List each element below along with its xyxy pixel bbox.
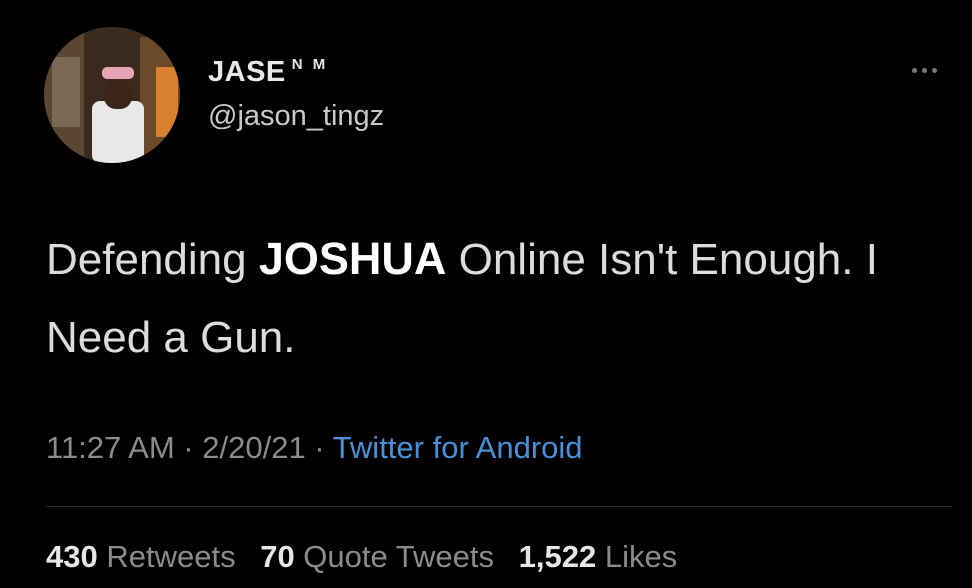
display-name-text: JASE [208, 56, 286, 88]
meta-separator-1: · [174, 430, 203, 465]
user-photo-avatar-icon [44, 27, 180, 163]
tweet-text-before: Defending [46, 235, 259, 284]
tweet-date[interactable]: 2/20/21 [202, 430, 305, 465]
likes-count: 1,522 [518, 539, 597, 574]
quote-tweets-label: Quote Tweets [294, 539, 495, 574]
divider [46, 506, 952, 507]
retweets-label: Retweets [97, 539, 236, 574]
more-options-icon[interactable] [912, 60, 952, 80]
tweet-stats: 430 Retweets 70 Quote Tweets 1,522 Likes [46, 539, 693, 575]
tweet-time[interactable]: 11:27 AM [46, 430, 175, 465]
quote-tweets-count: 70 [260, 539, 295, 574]
tweet-text: Defending JOSHUA Online Isn't Enough. I … [46, 220, 926, 377]
display-name[interactable]: JASE N M [208, 56, 328, 89]
user-handle[interactable]: @jason_tingz [208, 100, 384, 133]
meta-separator-2: · [305, 430, 333, 465]
tweet-highlight: JOSHUA [258, 233, 447, 284]
quote-tweets-stat[interactable]: 70 Quote Tweets [260, 539, 494, 574]
avatar[interactable] [44, 27, 180, 163]
tweet-source-link[interactable]: Twitter for Android [333, 430, 583, 465]
retweets-stat[interactable]: 430 Retweets [46, 539, 236, 574]
tweet-meta: 11:27 AM · 2/20/21 · Twitter for Android [46, 430, 583, 466]
likes-label: Likes [596, 539, 678, 574]
name-badge: N M [291, 56, 329, 73]
retweets-count: 430 [46, 539, 98, 574]
likes-stat[interactable]: 1,522 Likes [519, 539, 678, 574]
